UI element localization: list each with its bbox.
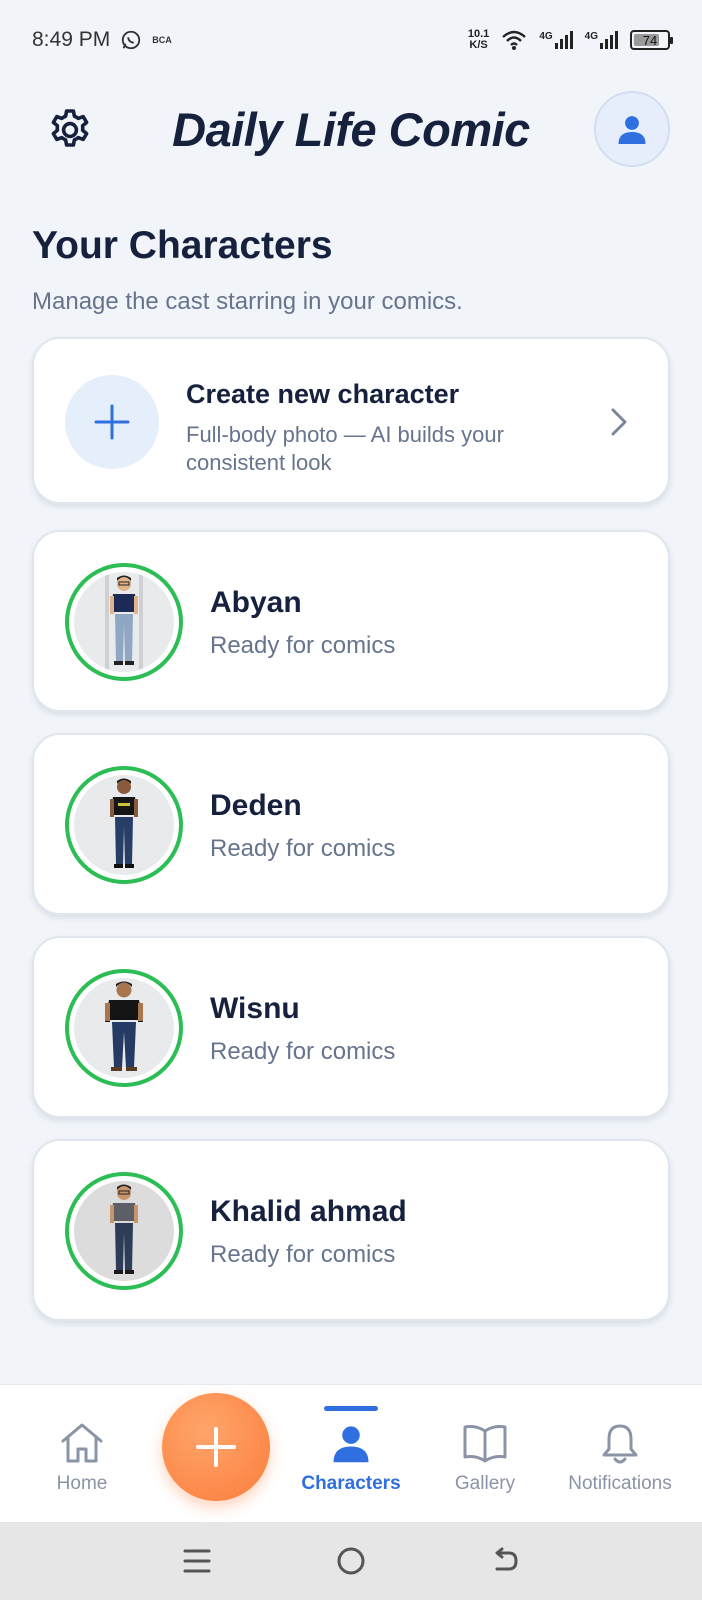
user-icon xyxy=(618,116,646,144)
page-subtitle: Manage the cast starring in your comics. xyxy=(32,288,463,315)
page-title: Your Characters xyxy=(32,224,333,267)
signal-bar xyxy=(610,35,613,49)
net-speed: 10.1 K/S xyxy=(468,29,489,51)
nav-label-gallery: Gallery xyxy=(454,1473,516,1494)
user-icon xyxy=(333,1426,369,1463)
nav-label-characters: Characters xyxy=(301,1473,401,1494)
net-speed-unit: K/S xyxy=(469,39,488,51)
app-header: Daily Life Comic xyxy=(0,88,702,170)
system-nav-bar xyxy=(0,1522,702,1600)
nav-item-characters[interactable]: Characters xyxy=(286,1385,416,1523)
wifi-icon xyxy=(502,30,527,50)
character-card[interactable]: Wisnu Ready for comics xyxy=(32,936,670,1118)
nav-item-home[interactable]: Home xyxy=(17,1385,147,1523)
signal-bar xyxy=(554,43,558,49)
battery-icon: 74 xyxy=(630,30,673,50)
plus-icon xyxy=(196,1427,236,1467)
signal-2-label: 4G xyxy=(584,31,598,42)
bottom-nav: Home Characters Gallery Notifications xyxy=(0,1384,702,1522)
signal-bar xyxy=(564,35,568,49)
character-card[interactable]: Khalid ahmad Ready for comics xyxy=(32,1139,670,1321)
character-avatar-image xyxy=(74,572,174,672)
whatsapp-icon xyxy=(122,30,141,50)
character-card[interactable]: Deden Ready for comics xyxy=(32,733,670,915)
signal-bar xyxy=(600,43,603,49)
signal-bar xyxy=(615,31,618,49)
create-character-title: Create new character xyxy=(186,379,460,409)
menu-icon[interactable] xyxy=(183,1548,211,1574)
character-name: Abyan xyxy=(210,586,302,619)
back-icon[interactable] xyxy=(491,1547,519,1575)
character-avatar xyxy=(65,766,183,884)
character-name: Khalid ahmad xyxy=(210,1195,407,1228)
book-icon xyxy=(463,1425,507,1463)
plus-icon xyxy=(94,404,130,440)
character-avatar-image xyxy=(74,978,174,1078)
character-avatar-image xyxy=(74,1181,174,1281)
home-circle-icon[interactable] xyxy=(336,1546,366,1576)
character-avatar xyxy=(65,1172,183,1290)
status-right: 10.1 K/S 4G 4G 74 xyxy=(468,29,673,51)
character-figure-icon xyxy=(105,572,143,672)
create-fab-button[interactable] xyxy=(162,1393,270,1501)
bell-icon xyxy=(602,1424,638,1464)
character-status: Ready for comics xyxy=(210,835,396,862)
status-bar: 8:49 PM BCA 10.1 K/S 4G 4G 74 xyxy=(0,0,702,80)
battery-level: 74 xyxy=(642,32,658,48)
character-name: Wisnu xyxy=(210,992,300,1025)
profile-button[interactable] xyxy=(594,91,670,167)
nav-label-notifications: Notifications xyxy=(568,1473,672,1494)
character-status: Ready for comics xyxy=(210,632,396,659)
character-status: Ready for comics xyxy=(210,1038,396,1065)
signal-bar xyxy=(605,39,608,49)
home-icon xyxy=(61,1423,103,1463)
status-time: 8:49 PM xyxy=(32,28,111,51)
nav-label-home: Home xyxy=(56,1473,108,1494)
character-figure-icon xyxy=(105,981,143,1071)
character-card[interactable]: Abyan Ready for comics xyxy=(32,530,670,712)
bca-icon: BCA xyxy=(152,34,172,45)
signal-bar xyxy=(559,39,563,49)
nav-item-notifications[interactable]: Notifications xyxy=(555,1385,685,1523)
signal-2-icon: 4G xyxy=(585,31,618,49)
character-figure-icon xyxy=(110,1184,138,1274)
character-avatar xyxy=(65,969,183,1087)
signal-1-label: 4G xyxy=(539,31,553,42)
signal-bar xyxy=(569,31,573,49)
character-name: Deden xyxy=(210,789,302,822)
status-left: 8:49 PM BCA xyxy=(32,28,172,52)
character-status: Ready for comics xyxy=(210,1241,396,1268)
signal-1-icon: 4G xyxy=(539,31,573,49)
character-avatar xyxy=(65,563,183,681)
chevron-right-icon xyxy=(611,408,627,436)
character-figure-icon xyxy=(110,778,138,868)
nav-item-gallery[interactable]: Gallery xyxy=(420,1385,550,1523)
create-character-description: Full-body photo — AI builds your consist… xyxy=(186,422,504,475)
create-plus-badge xyxy=(65,375,159,469)
character-avatar-image xyxy=(74,775,174,875)
create-character-card[interactable]: Create new character Full-body photo — A… xyxy=(32,337,670,504)
